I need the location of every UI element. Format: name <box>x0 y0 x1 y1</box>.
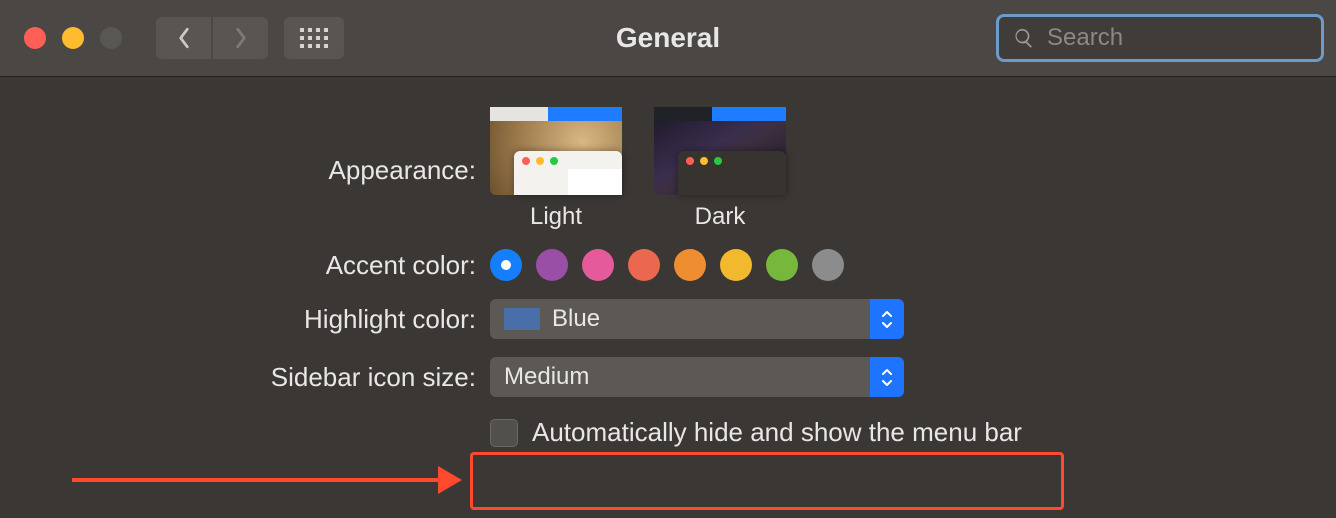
appearance-option-dark[interactable] <box>654 107 786 195</box>
accent-swatch-pink[interactable] <box>582 249 614 281</box>
search-field-container[interactable] <box>996 14 1324 62</box>
sidebar-icon-size-label: Sidebar icon size: <box>0 362 490 393</box>
traffic-lights <box>24 27 122 49</box>
appearance-dark-label: Dark <box>654 203 786 231</box>
highlight-color-label: Highlight color: <box>0 304 490 335</box>
chevron-left-icon <box>177 27 191 49</box>
accent-swatch-graphite[interactable] <box>812 249 844 281</box>
dropdown-stepper-icon <box>870 299 904 339</box>
accent-swatch-orange[interactable] <box>674 249 706 281</box>
annotation-arrow <box>72 470 462 490</box>
dropdown-stepper-icon <box>870 357 904 397</box>
accent-swatch-blue[interactable] <box>490 249 522 281</box>
accent-swatch-green[interactable] <box>766 249 798 281</box>
annotation-highlight-box <box>470 452 1064 510</box>
auto-hide-menubar-label: Automatically hide and show the menu bar <box>532 417 1022 448</box>
auto-hide-menubar-row: Automatically hide and show the menu bar <box>490 417 1336 448</box>
back-button[interactable] <box>156 17 211 59</box>
nav-buttons <box>156 17 268 59</box>
window-titlebar: General <box>0 0 1336 77</box>
search-input[interactable] <box>1045 23 1336 53</box>
appearance-option-light[interactable] <box>490 107 622 195</box>
highlight-color-dropdown[interactable]: Blue <box>490 299 904 339</box>
accent-swatch-red[interactable] <box>628 249 660 281</box>
accent-color-swatches <box>490 249 844 281</box>
highlight-color-swatch <box>504 308 540 330</box>
show-all-button[interactable] <box>284 17 344 59</box>
close-window-button[interactable] <box>24 27 46 49</box>
grid-icon <box>300 28 328 48</box>
sidebar-icon-size-dropdown[interactable]: Medium <box>490 357 904 397</box>
preferences-content: Appearance: Light Dark Accent color: <box>0 77 1336 448</box>
minimize-window-button[interactable] <box>62 27 84 49</box>
forward-button[interactable] <box>213 17 268 59</box>
appearance-light-label: Light <box>490 203 622 231</box>
accent-swatch-yellow[interactable] <box>720 249 752 281</box>
sidebar-icon-size-value: Medium <box>504 363 589 391</box>
search-icon <box>1013 27 1035 49</box>
chevron-right-icon <box>234 27 248 49</box>
auto-hide-menubar-checkbox[interactable] <box>490 419 518 447</box>
accent-color-label: Accent color: <box>0 250 490 281</box>
zoom-window-button[interactable] <box>100 27 122 49</box>
accent-swatch-purple[interactable] <box>536 249 568 281</box>
highlight-color-value: Blue <box>552 305 600 333</box>
appearance-label: Appearance: <box>0 107 490 186</box>
